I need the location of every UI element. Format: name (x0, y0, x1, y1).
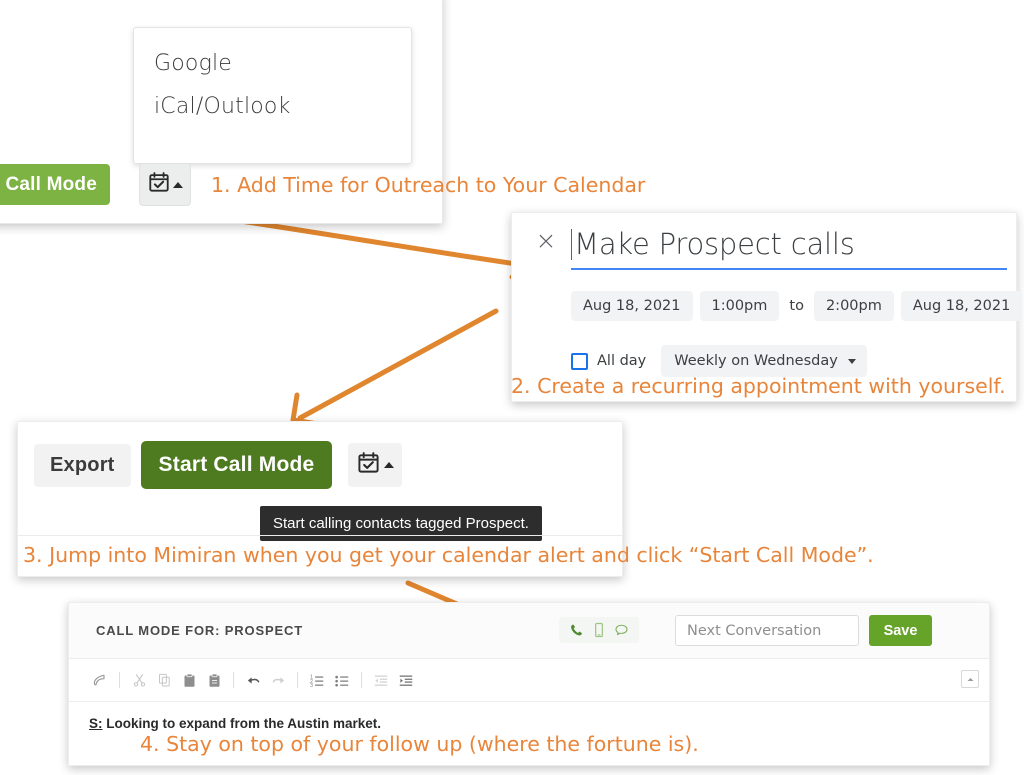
source-edit-icon[interactable] (89, 669, 111, 691)
call-note-line: S: Looking to expand from the Austin mar… (89, 716, 989, 731)
annotation-step-2: 2. Create a recurring appointment with y… (511, 374, 1006, 398)
calendar-check-icon (357, 451, 380, 479)
dropdown-item-google[interactable]: Google (134, 42, 411, 85)
calendar-split-button[interactable] (348, 443, 403, 487)
calendar-check-icon (148, 171, 170, 198)
recurrence-label: Weekly on Wednesday (674, 353, 838, 369)
caret-up-icon (172, 181, 183, 188)
call-note-text: Looking to expand from the Austin market… (102, 716, 382, 731)
export-button[interactable]: Export (34, 443, 131, 487)
start-call-mode-button[interactable]: Start Call Mode (140, 441, 333, 489)
outdent-icon[interactable] (370, 669, 392, 691)
annotation-step-1: 1. Add Time for Outreach to Your Calenda… (211, 173, 646, 197)
call-mode-button-label: Call Mode (5, 173, 97, 195)
event-end-time[interactable]: 2:00pm (813, 291, 894, 321)
toolbar-separator (233, 672, 234, 688)
save-button[interactable]: Save (869, 615, 932, 646)
copy-icon[interactable] (153, 669, 175, 691)
panel-divider (18, 535, 622, 536)
call-mode-button[interactable]: Call Mode (0, 164, 110, 205)
contacts-action-toolbar: Export Start Call Mode (34, 441, 403, 489)
arrow-2-path (297, 308, 499, 421)
event-start-time[interactable]: 1:00pm (699, 291, 780, 321)
collapse-toolbar-icon[interactable] (961, 670, 979, 688)
next-conversation-input[interactable]: Next Conversation (675, 615, 859, 646)
event-end-date[interactable]: Aug 18, 2021 (900, 291, 1023, 321)
event-to-label: to (789, 298, 804, 314)
toolbar-separator (119, 672, 120, 688)
numbered-list-icon[interactable]: 1 2 3 (306, 669, 328, 691)
svg-text:3: 3 (310, 683, 313, 688)
bulleted-list-icon[interactable] (331, 669, 353, 691)
event-title-field[interactable]: Make Prospect calls (571, 225, 1007, 270)
annotation-step-3: 3. Jump into Mimiran when you get your c… (23, 543, 874, 567)
calendar-split-button[interactable] (139, 163, 191, 206)
contact-methods-group (559, 617, 639, 643)
redo-icon[interactable] (267, 669, 289, 691)
toolbar-separator (297, 672, 298, 688)
call-mode-title: CALL MODE FOR: PROSPECT (96, 623, 304, 638)
dropdown-item-ical-outlook[interactable]: iCal/Outlook (134, 85, 411, 128)
all-day-label: All day (597, 353, 647, 369)
call-mode-notes-body[interactable]: S: Looking to expand from the Austin mar… (69, 702, 989, 731)
arrow-2-head (290, 392, 321, 427)
call-note-prefix: S: (89, 716, 103, 731)
cut-icon[interactable] (128, 669, 150, 691)
close-icon[interactable]: × (532, 228, 560, 256)
event-start-date[interactable]: Aug 18, 2021 (571, 291, 693, 321)
caret-up-icon (383, 462, 394, 468)
calendar-export-dropdown[interactable]: Google iCal/Outlook (133, 27, 412, 164)
chevron-down-icon (847, 358, 856, 364)
message-icon[interactable] (614, 622, 629, 638)
undo-icon[interactable] (242, 669, 264, 691)
paste-text-icon[interactable] (203, 669, 225, 691)
event-title-input[interactable]: Make Prospect calls (571, 225, 1007, 270)
next-conversation-placeholder: Next Conversation (687, 622, 822, 639)
indent-icon[interactable] (395, 669, 417, 691)
mobile-icon[interactable] (593, 622, 605, 638)
rich-text-editor-toolbar: 1 2 3 (69, 659, 989, 702)
event-datetime-row: Aug 18, 2021 1:00pm to 2:00pm Aug 18, 20… (571, 291, 1023, 321)
paste-icon[interactable] (178, 669, 200, 691)
annotation-step-4: 4. Stay on top of your follow up (where … (140, 732, 699, 756)
toolbar-separator (361, 672, 362, 688)
recurrence-dropdown[interactable]: Weekly on Wednesday (661, 345, 867, 377)
all-day-checkbox[interactable] (571, 352, 588, 370)
event-allday-row: All day Weekly on Wednesday (571, 345, 867, 377)
phone-icon[interactable] (569, 622, 584, 638)
